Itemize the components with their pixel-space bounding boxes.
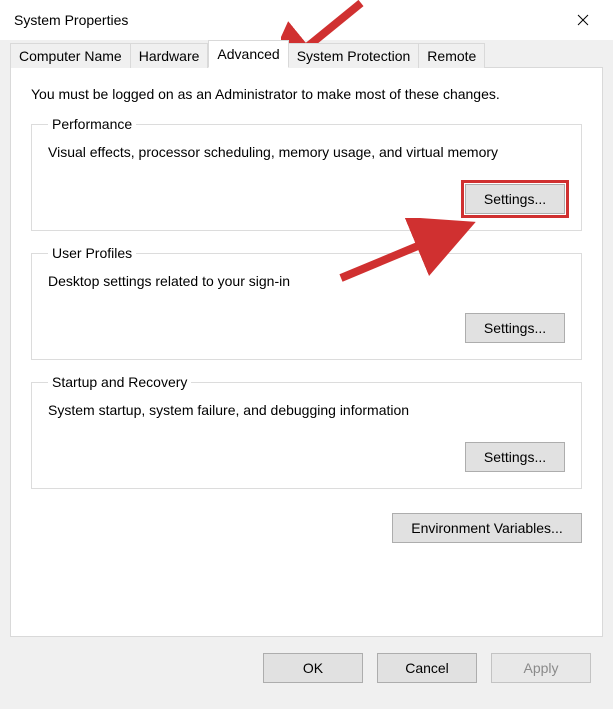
startup-recovery-actions: Settings... (48, 442, 565, 472)
group-performance-legend: Performance (48, 116, 136, 132)
apply-button[interactable]: Apply (491, 653, 591, 683)
dialog-footer: OK Cancel Apply (10, 637, 603, 699)
window-title: System Properties (14, 12, 128, 28)
environment-variables-button[interactable]: Environment Variables... (392, 513, 582, 543)
user-profiles-settings-button[interactable]: Settings... (465, 313, 565, 343)
dialog-body: Computer Name Hardware Advanced System P… (0, 40, 613, 709)
titlebar: System Properties (0, 0, 613, 40)
env-vars-row: Environment Variables... (31, 503, 582, 543)
group-user-profiles-legend: User Profiles (48, 245, 136, 261)
tab-computer-name[interactable]: Computer Name (10, 43, 131, 68)
performance-desc: Visual effects, processor scheduling, me… (48, 144, 565, 160)
group-startup-recovery: Startup and Recovery System startup, sys… (31, 374, 582, 489)
tab-remote[interactable]: Remote (419, 43, 485, 68)
user-profiles-desc: Desktop settings related to your sign-in (48, 273, 565, 289)
tab-advanced[interactable]: Advanced (208, 40, 288, 68)
close-button[interactable] (563, 5, 603, 35)
admin-note: You must be logged on as an Administrato… (31, 86, 582, 102)
user-profiles-actions: Settings... (48, 313, 565, 343)
cancel-button[interactable]: Cancel (377, 653, 477, 683)
group-user-profiles: User Profiles Desktop settings related t… (31, 245, 582, 360)
tab-system-protection[interactable]: System Protection (289, 43, 420, 68)
ok-button[interactable]: OK (263, 653, 363, 683)
performance-settings-button[interactable]: Settings... (465, 184, 565, 214)
startup-recovery-settings-button[interactable]: Settings... (465, 442, 565, 472)
tabstrip: Computer Name Hardware Advanced System P… (10, 40, 603, 68)
close-icon (577, 14, 589, 26)
startup-recovery-desc: System startup, system failure, and debu… (48, 402, 565, 418)
performance-actions: Settings... (48, 184, 565, 214)
tab-hardware[interactable]: Hardware (131, 43, 209, 68)
tabpanel-advanced: You must be logged on as an Administrato… (10, 67, 603, 637)
group-startup-recovery-legend: Startup and Recovery (48, 374, 191, 390)
group-performance: Performance Visual effects, processor sc… (31, 116, 582, 231)
